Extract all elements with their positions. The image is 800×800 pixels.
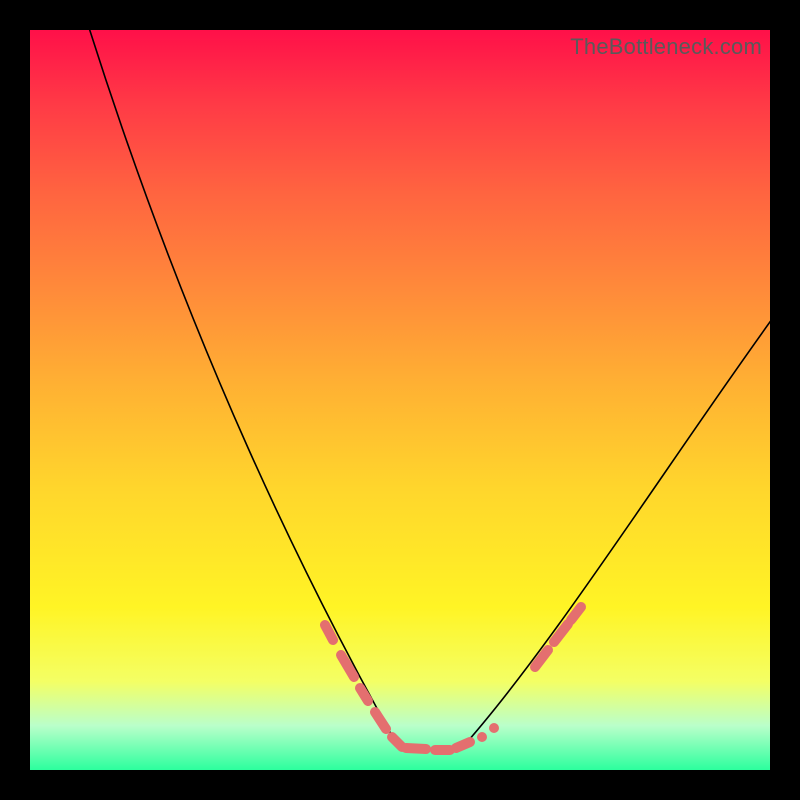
chart-frame: TheBottleneck.com — [0, 0, 800, 800]
curve-right — [460, 315, 770, 750]
plot-area: TheBottleneck.com — [30, 30, 770, 770]
pink-dashes-left — [325, 625, 402, 747]
curve-left — [85, 30, 400, 750]
pink-dashes-right — [535, 607, 581, 667]
chart-svg — [30, 30, 770, 770]
pink-dashes-bottom — [406, 742, 470, 750]
